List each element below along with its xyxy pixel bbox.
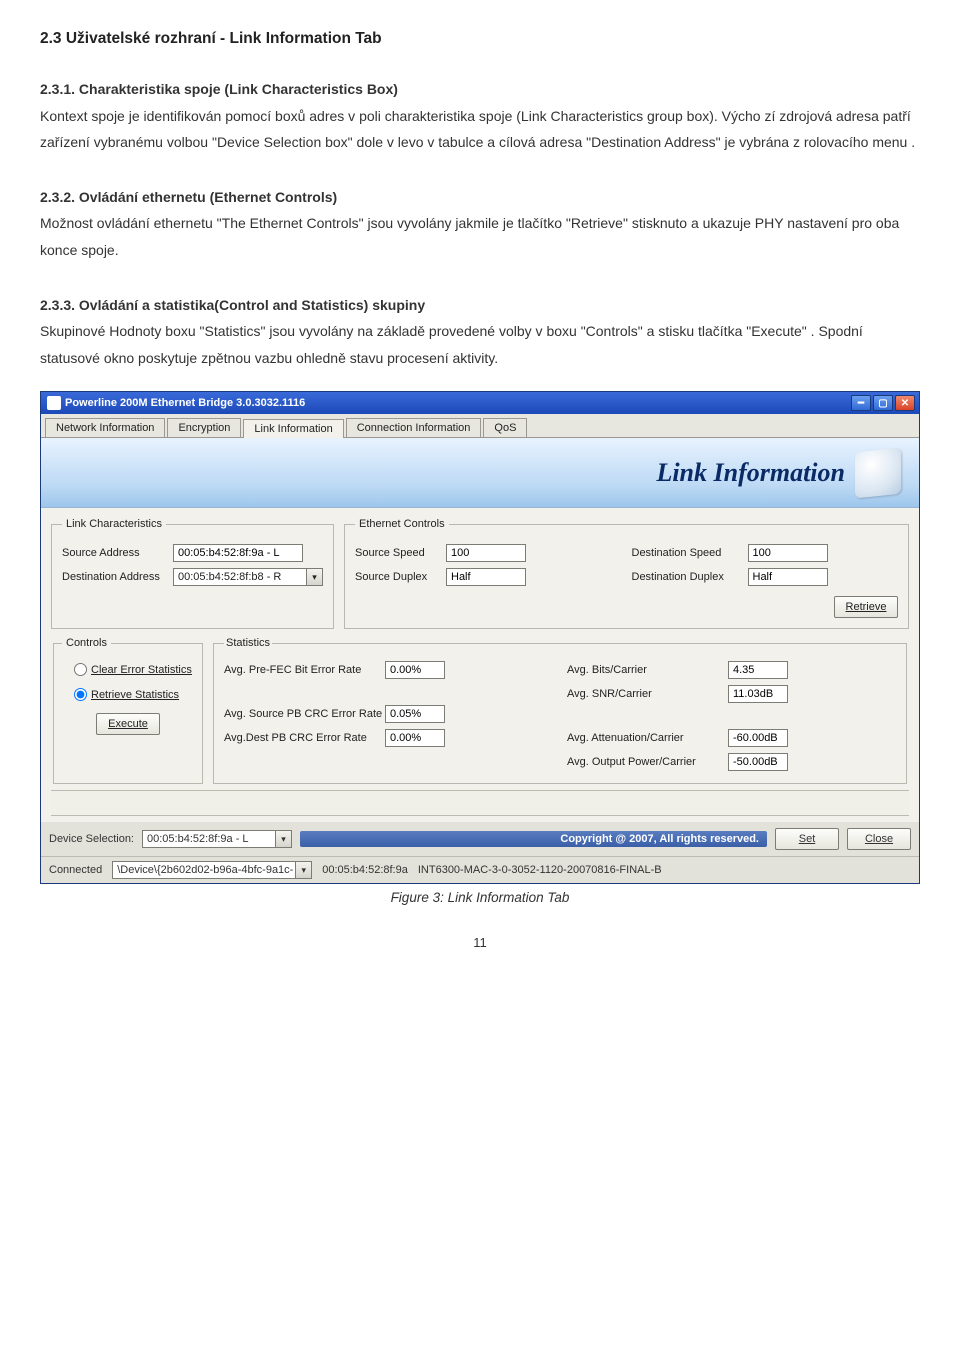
input-source-speed[interactable] bbox=[446, 544, 526, 562]
device-path-value: \Device\{2b602d02-b96a-4bfc-9a1c- bbox=[117, 864, 293, 876]
radio-retrieve-statistics[interactable] bbox=[74, 688, 87, 701]
banner-icon bbox=[855, 447, 901, 498]
value-attenuation-carrier[interactable] bbox=[728, 729, 788, 747]
group-link-characteristics: Link Characteristics Source Address Dest… bbox=[51, 518, 334, 629]
label-srcpb: Avg. Source PB CRC Error Rate bbox=[224, 708, 379, 720]
label-prefec: Avg. Pre-FEC Bit Error Rate bbox=[224, 664, 379, 676]
execute-button[interactable]: Execute bbox=[96, 713, 160, 735]
dropdown-device-path[interactable]: \Device\{2b602d02-b96a-4bfc-9a1c- ▾ bbox=[112, 861, 312, 879]
input-destination-duplex[interactable] bbox=[748, 568, 828, 586]
value-srcpb[interactable] bbox=[385, 705, 445, 723]
label-attenuation-carrier: Avg. Attenuation/Carrier bbox=[567, 732, 722, 744]
close-button[interactable]: Close bbox=[847, 828, 911, 850]
text-231: Kontext spoje je identifikován pomocí bo… bbox=[40, 108, 915, 151]
figure-caption: Figure 3: Link Information Tab bbox=[40, 890, 920, 905]
text-232: Možnost ovládání ethernetu "The Ethernet… bbox=[40, 215, 899, 258]
footer-bar: Device Selection: 00:05:b4:52:8f:9a - L … bbox=[41, 822, 919, 856]
chevron-down-icon: ▾ bbox=[275, 831, 291, 847]
tab-qos[interactable]: QoS bbox=[483, 418, 527, 437]
chevron-down-icon: ▾ bbox=[306, 569, 322, 585]
legend-ethernet-controls: Ethernet Controls bbox=[355, 518, 449, 530]
status-firmware: INT6300-MAC-3-0-3052-1120-20070816-FINAL… bbox=[418, 864, 662, 876]
radio-clear-error-statistics[interactable] bbox=[74, 663, 87, 676]
status-connected: Connected bbox=[49, 864, 102, 876]
chevron-down-icon: ▾ bbox=[295, 862, 311, 878]
input-source-duplex[interactable] bbox=[446, 568, 526, 586]
legend-statistics: Statistics bbox=[224, 637, 272, 649]
maximize-button[interactable]: ▢ bbox=[873, 395, 893, 411]
label-radio-retrieve: Retrieve Statistics bbox=[91, 689, 179, 701]
label-source-duplex: Source Duplex bbox=[355, 571, 440, 583]
statusbar: Connected \Device\{2b602d02-b96a-4bfc-9a… bbox=[41, 856, 919, 883]
tab-encryption[interactable]: Encryption bbox=[167, 418, 241, 437]
tab-connection-information[interactable]: Connection Information bbox=[346, 418, 482, 437]
paragraph-231: 2.3.1. Charakteristika spoje (Link Chara… bbox=[40, 76, 920, 156]
minimize-button[interactable]: ━ bbox=[851, 395, 871, 411]
value-bits-carrier[interactable] bbox=[728, 661, 788, 679]
copyright-text: Copyright @ 2007, All rights reserved. bbox=[300, 831, 767, 847]
tab-strip: Network Information Encryption Link Info… bbox=[41, 414, 919, 438]
legend-controls: Controls bbox=[62, 637, 111, 649]
banner-title: Link Information bbox=[656, 458, 845, 488]
window-title: Powerline 200M Ethernet Bridge 3.0.3032.… bbox=[65, 397, 305, 409]
label-output-power-carrier: Avg. Output Power/Carrier bbox=[567, 756, 722, 768]
heading-2-3: 2.3 Uživatelské rozhraní - Link Informat… bbox=[40, 30, 920, 48]
page-number: 11 bbox=[40, 935, 920, 950]
value-prefec[interactable] bbox=[385, 661, 445, 679]
label-bits-carrier: Avg. Bits/Carrier bbox=[567, 664, 722, 676]
label-device-selection: Device Selection: bbox=[49, 833, 134, 845]
tab-network-information[interactable]: Network Information bbox=[45, 418, 165, 437]
app-window: Powerline 200M Ethernet Bridge 3.0.3032.… bbox=[40, 391, 920, 884]
set-button[interactable]: Set bbox=[775, 828, 839, 850]
input-source-address[interactable] bbox=[173, 544, 303, 562]
value-snr-carrier[interactable] bbox=[728, 685, 788, 703]
titlebar: Powerline 200M Ethernet Bridge 3.0.3032.… bbox=[41, 392, 919, 414]
label-dstpb: Avg.Dest PB CRC Error Rate bbox=[224, 732, 379, 744]
paragraph-232: 2.3.2. Ovládání ethernetu (Ethernet Cont… bbox=[40, 184, 920, 264]
group-ethernet-controls: Ethernet Controls Source Speed Source Du… bbox=[344, 518, 909, 629]
legend-link-characteristics: Link Characteristics bbox=[62, 518, 166, 530]
banner: Link Information bbox=[41, 438, 919, 508]
retrieve-button[interactable]: Retrieve bbox=[834, 596, 898, 618]
value-output-power-carrier[interactable] bbox=[728, 753, 788, 771]
heading-2-3-1: 2.3.1. Charakteristika spoje (Link Chara… bbox=[40, 81, 398, 97]
label-destination-address: Destination Address bbox=[62, 571, 167, 583]
app-icon bbox=[47, 396, 61, 410]
tab-link-information[interactable]: Link Information bbox=[243, 419, 343, 438]
label-source-address: Source Address bbox=[62, 547, 167, 559]
close-window-button[interactable]: ✕ bbox=[895, 395, 915, 411]
input-destination-speed[interactable] bbox=[748, 544, 828, 562]
status-message-area bbox=[51, 790, 909, 816]
text-233: Skupinové Hodnoty boxu "Statistics" jsou… bbox=[40, 323, 863, 366]
label-destination-duplex: Destination Duplex bbox=[632, 571, 742, 583]
heading-2-3-2: 2.3.2. Ovládání ethernetu (Ethernet Cont… bbox=[40, 189, 337, 205]
status-mac: 00:05:b4:52:8f:9a bbox=[322, 864, 408, 876]
label-source-speed: Source Speed bbox=[355, 547, 440, 559]
dropdown-device-selection[interactable]: 00:05:b4:52:8f:9a - L ▾ bbox=[142, 830, 292, 848]
paragraph-233: 2.3.3. Ovládání a statistika(Control and… bbox=[40, 292, 920, 372]
dropdown-device-selection-value: 00:05:b4:52:8f:9a - L bbox=[147, 833, 249, 845]
heading-2-3-3: 2.3.3. Ovládání a statistika(Control and… bbox=[40, 297, 425, 313]
value-dstpb[interactable] bbox=[385, 729, 445, 747]
dropdown-destination-address[interactable]: 00:05:b4:52:8f:b8 - R ▾ bbox=[173, 568, 323, 586]
group-controls: Controls Clear Error Statistics Retrieve… bbox=[53, 637, 203, 784]
label-destination-speed: Destination Speed bbox=[632, 547, 742, 559]
dropdown-destination-address-value: 00:05:b4:52:8f:b8 - R bbox=[178, 571, 281, 583]
label-snr-carrier: Avg. SNR/Carrier bbox=[567, 688, 722, 700]
label-radio-clear: Clear Error Statistics bbox=[91, 664, 192, 676]
group-statistics: Statistics Avg. Pre-FEC Bit Error Rate A… bbox=[213, 637, 907, 784]
